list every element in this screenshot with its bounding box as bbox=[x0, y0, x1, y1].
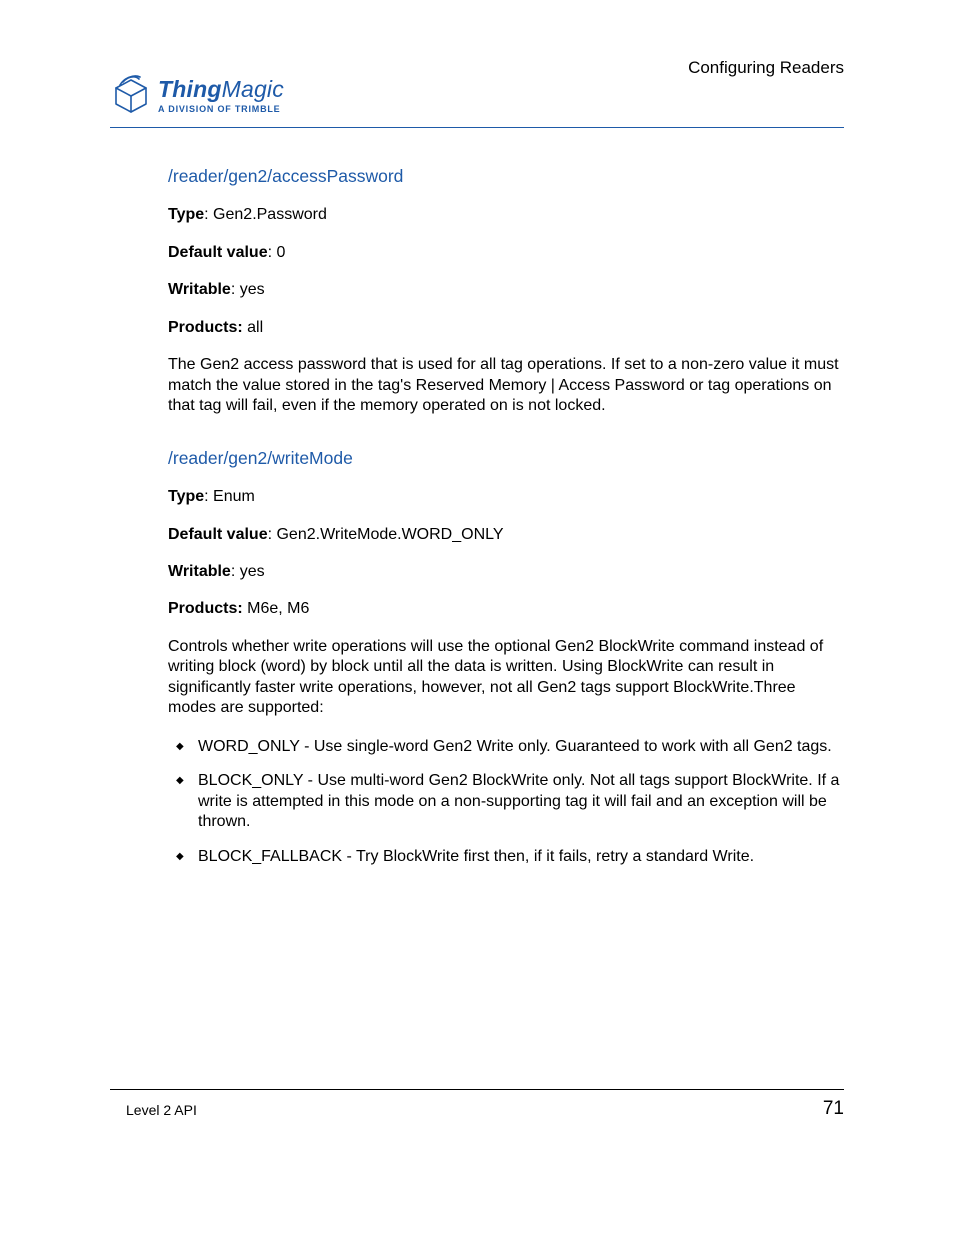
section-write-mode: /reader/gen2/writeMode Type: Enum Defaul… bbox=[168, 447, 844, 867]
field-type: Type: Gen2.Password bbox=[168, 205, 844, 225]
section-paragraph: Controls whether write operations will u… bbox=[168, 637, 844, 719]
field-label: Default value bbox=[168, 526, 268, 543]
field-label: Type bbox=[168, 206, 204, 223]
field-value: : Gen2.WriteMode.WORD_ONLY bbox=[268, 526, 504, 543]
list-item: ◆ BLOCK_ONLY - Use multi-word Gen2 BlockW… bbox=[168, 771, 844, 832]
field-label: Default value bbox=[168, 244, 268, 261]
field-value: : Gen2.Password bbox=[204, 206, 327, 223]
section-access-password: /reader/gen2/accessPassword Type: Gen2.P… bbox=[168, 165, 844, 417]
page-header: Configuring Readers ThingMagic A DIVISIO… bbox=[110, 58, 844, 128]
field-label: Products: bbox=[168, 319, 243, 336]
list-item-text: BLOCK_FALLBACK - Try BlockWrite first th… bbox=[198, 848, 754, 865]
brand-name-part-b: Magic bbox=[222, 76, 284, 102]
field-type: Type: Enum bbox=[168, 487, 844, 507]
field-value: : yes bbox=[231, 281, 265, 298]
field-label: Products: bbox=[168, 600, 243, 617]
thingmagic-cube-icon bbox=[110, 70, 152, 116]
brand-text: ThingMagic A DIVISION OF TRIMBLE bbox=[158, 76, 284, 114]
brand-name-part-a: Thing bbox=[158, 76, 222, 102]
section-paragraph: The Gen2 access password that is used fo… bbox=[168, 355, 844, 416]
field-default: Default value: Gen2.WriteMode.WORD_ONLY bbox=[168, 525, 844, 545]
list-item: ◆ WORD_ONLY - Use single-word Gen2 Write … bbox=[168, 737, 844, 757]
diamond-bullet-icon: ◆ bbox=[176, 741, 184, 754]
field-value: : yes bbox=[231, 563, 265, 580]
field-label: Type bbox=[168, 488, 204, 505]
section-heading: /reader/gen2/writeMode bbox=[168, 447, 844, 469]
list-item-text: BLOCK_ONLY - Use multi-word Gen2 BlockWr… bbox=[198, 772, 839, 830]
field-default: Default value: 0 bbox=[168, 243, 844, 263]
field-value: all bbox=[243, 319, 263, 336]
field-writable: Writable: yes bbox=[168, 562, 844, 582]
page: Configuring Readers ThingMagic A DIVISIO… bbox=[0, 0, 954, 1235]
field-products: Products: M6e, M6 bbox=[168, 599, 844, 619]
field-value: : 0 bbox=[268, 244, 286, 261]
list-item-text: WORD_ONLY - Use single-word Gen2 Write o… bbox=[198, 738, 832, 755]
list-item: ◆ BLOCK_FALLBACK - Try BlockWrite first t… bbox=[168, 847, 844, 867]
brand-tagline: A DIVISION OF TRIMBLE bbox=[158, 104, 284, 114]
field-label: Writable bbox=[168, 563, 231, 580]
footer-section-name: Level 2 API bbox=[126, 1102, 197, 1118]
page-content: /reader/gen2/accessPassword Type: Gen2.P… bbox=[168, 165, 844, 881]
brand-name: ThingMagic bbox=[158, 76, 284, 103]
field-products: Products: all bbox=[168, 318, 844, 338]
diamond-bullet-icon: ◆ bbox=[176, 775, 184, 788]
field-value: M6e, M6 bbox=[243, 600, 310, 617]
field-label: Writable bbox=[168, 281, 231, 298]
field-value: : Enum bbox=[204, 488, 255, 505]
brand-logo: ThingMagic A DIVISION OF TRIMBLE bbox=[110, 70, 284, 116]
mode-list: ◆ WORD_ONLY - Use single-word Gen2 Write … bbox=[168, 737, 844, 867]
page-footer: Level 2 API 71 bbox=[110, 1089, 844, 1123]
section-heading: /reader/gen2/accessPassword bbox=[168, 165, 844, 187]
field-writable: Writable: yes bbox=[168, 280, 844, 300]
page-number: 71 bbox=[823, 1098, 844, 1120]
diamond-bullet-icon: ◆ bbox=[176, 851, 184, 864]
header-title: Configuring Readers bbox=[688, 58, 844, 78]
